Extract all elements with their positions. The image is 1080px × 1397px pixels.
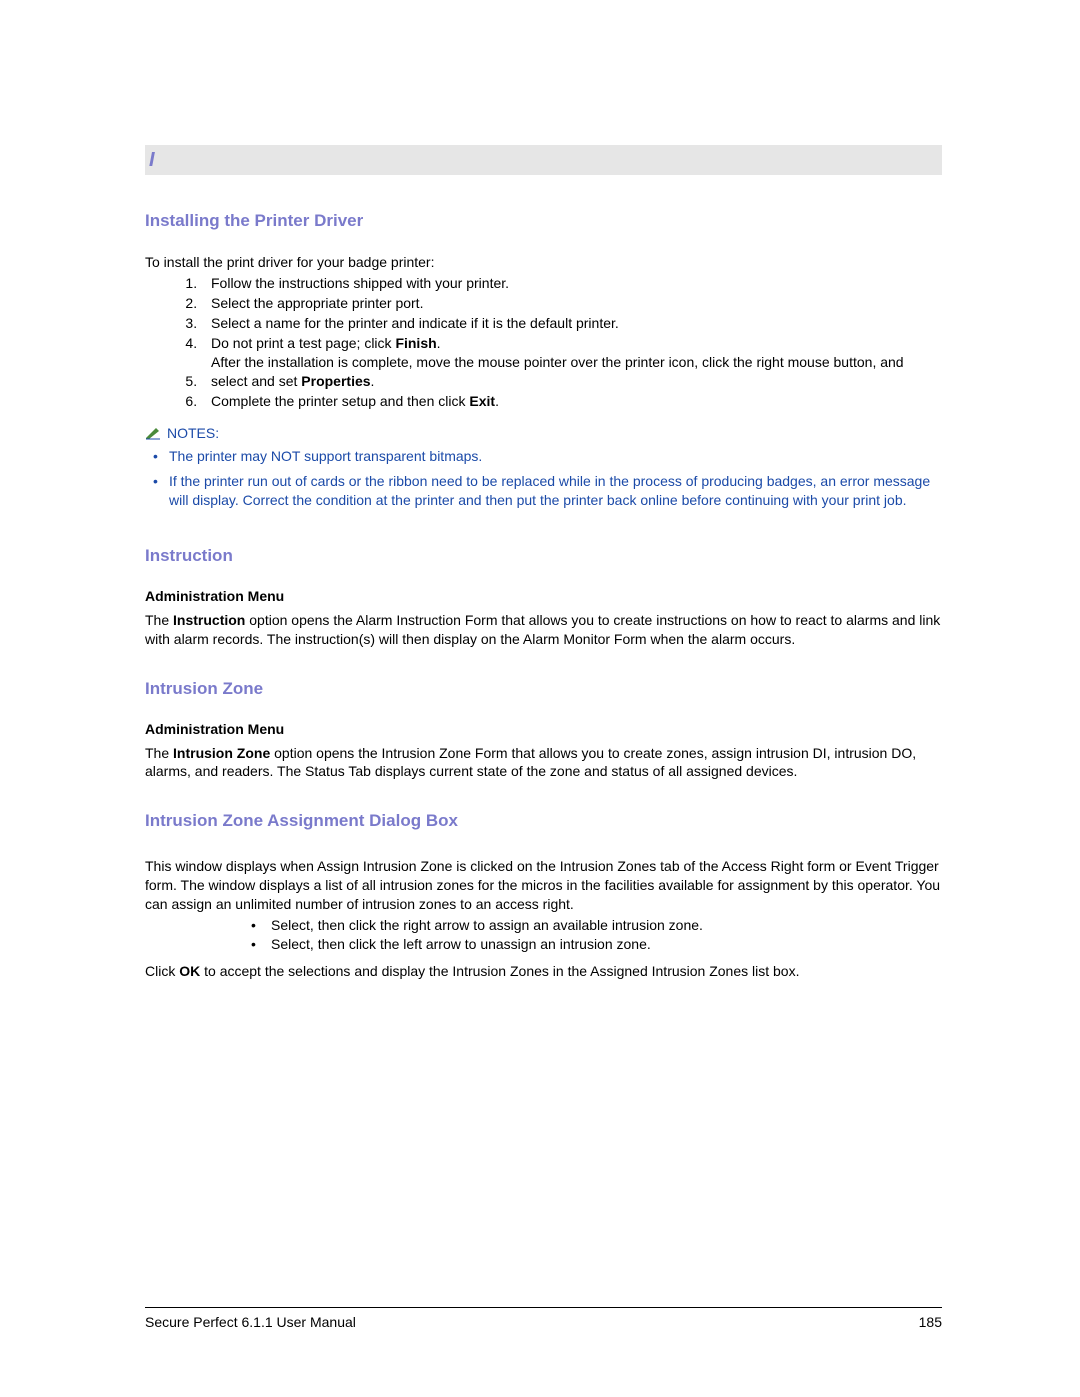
list-item: If the printer run out of cards or the r… (151, 472, 942, 510)
text-bold: Instruction (173, 612, 245, 628)
heading-instruction: Instruction (145, 546, 942, 566)
text: Select, then click the left arrow to una… (271, 936, 651, 952)
notes-header: NOTES: (145, 425, 942, 441)
assignment-paragraph-1: This window displays when Assign Intrusi… (145, 857, 942, 914)
footer-manual-title: Secure Perfect 6.1.1 User Manual (145, 1314, 356, 1330)
list-item: After the installation is complete, move… (201, 353, 942, 391)
text-bold: OK (179, 963, 200, 979)
step-text: . (371, 373, 375, 389)
notes-list: The printer may NOT support transparent … (151, 447, 942, 510)
notes-label: NOTES: (167, 425, 219, 441)
menu-label: Administration Menu (145, 588, 942, 604)
pencil-icon (145, 426, 161, 440)
instruction-paragraph: The Instruction option opens the Alarm I… (145, 611, 942, 649)
text: The (145, 745, 173, 761)
list-item: Select, then click the right arrow to as… (245, 916, 942, 935)
list-item: Follow the instructions shipped with you… (201, 274, 942, 293)
text: Select, then click the right arrow to as… (271, 917, 703, 933)
note-text: The printer may NOT support transparent … (169, 448, 482, 464)
page-footer: Secure Perfect 6.1.1 User Manual 185 (145, 1307, 942, 1330)
index-letter-bar: I (145, 145, 942, 175)
list-item: Select, then click the left arrow to una… (245, 935, 942, 954)
text: option opens the Alarm Instruction Form … (145, 612, 940, 647)
step-text: . (495, 393, 499, 409)
heading-intrusion-zone-assignment: Intrusion Zone Assignment Dialog Box (145, 811, 942, 831)
arrow-actions-list: Select, then click the right arrow to as… (245, 916, 942, 954)
step-bold: Exit (469, 393, 495, 409)
install-steps-list: Follow the instructions shipped with you… (201, 274, 942, 411)
intro-text: To install the print driver for your bad… (145, 253, 942, 272)
heading-intrusion-zone: Intrusion Zone (145, 679, 942, 699)
note-text: If the printer run out of cards or the r… (169, 473, 930, 508)
list-item: Complete the printer setup and then clic… (201, 392, 942, 411)
step-text: Select the appropriate printer port. (203, 294, 423, 313)
text: to accept the selections and display the… (200, 963, 799, 979)
assignment-paragraph-2: Click OK to accept the selections and di… (145, 962, 942, 981)
menu-label: Administration Menu (145, 721, 942, 737)
step-text: Select a name for the printer and indica… (203, 314, 619, 333)
index-letter: I (149, 149, 155, 171)
step-text: Do not print a test page; click (211, 335, 395, 351)
step-bold: Properties (301, 373, 370, 389)
text: Click (145, 963, 179, 979)
text-bold: Intrusion Zone (173, 745, 270, 761)
footer-page-number: 185 (919, 1314, 942, 1330)
list-item: Do not print a test page; click Finish. (201, 334, 942, 353)
step-bold: Finish (395, 335, 436, 351)
list-item: Select a name for the printer and indica… (201, 314, 942, 333)
step-text: Follow the instructions shipped with you… (203, 274, 509, 293)
notes-block: NOTES: The printer may NOT support trans… (145, 425, 942, 510)
footer-row: Secure Perfect 6.1.1 User Manual 185 (145, 1314, 942, 1330)
list-item: The printer may NOT support transparent … (151, 447, 942, 466)
list-item: Select the appropriate printer port. (201, 294, 942, 313)
footer-rule (145, 1307, 942, 1308)
step-text: . (437, 335, 441, 351)
page: I Installing the Printer Driver To insta… (0, 0, 1080, 1397)
heading-installing-printer-driver: Installing the Printer Driver (145, 211, 942, 231)
step-text: Complete the printer setup and then clic… (211, 393, 469, 409)
intrusion-zone-paragraph: The Intrusion Zone option opens the Intr… (145, 744, 942, 782)
text: The (145, 612, 173, 628)
